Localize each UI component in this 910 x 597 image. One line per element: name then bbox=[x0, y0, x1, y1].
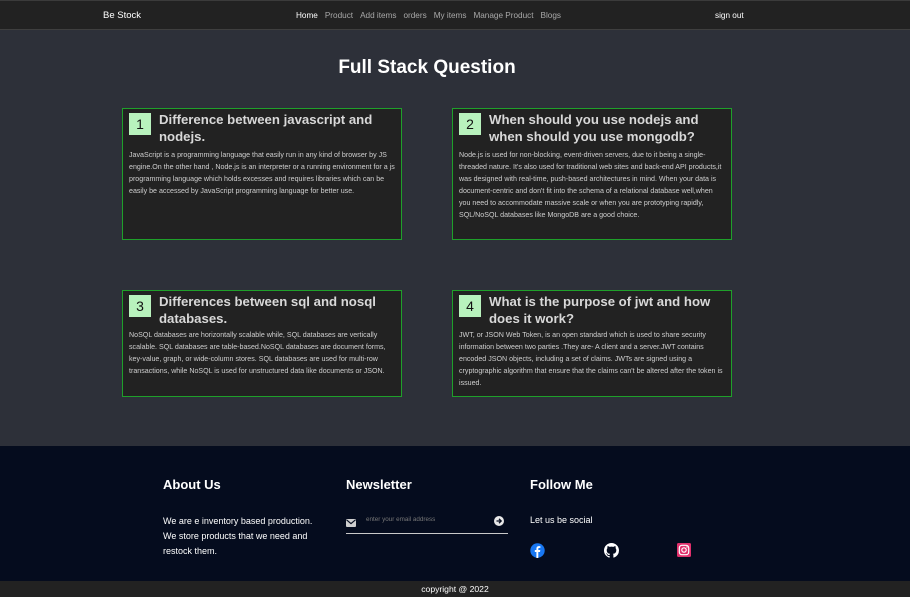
github-icon[interactable] bbox=[604, 543, 619, 558]
nav-links: Home Product Add items orders My items M… bbox=[296, 11, 561, 20]
newsletter-form bbox=[346, 510, 508, 534]
question-title: What is the purpose of jwt and how does … bbox=[489, 294, 711, 326]
newsletter-heading: Newsletter bbox=[346, 477, 412, 492]
nav-link-add-items[interactable]: Add items bbox=[360, 11, 396, 20]
answer-text: Node.js is used for non-blocking, event-… bbox=[459, 151, 722, 219]
sign-out-button[interactable]: sign out bbox=[715, 11, 744, 20]
nav-link-product[interactable]: Product bbox=[325, 11, 353, 20]
card-header: 4 What is the purpose of jwt and how doe… bbox=[459, 294, 723, 327]
question-number-badge: 3 bbox=[129, 295, 151, 317]
answer-text: NoSQL databases are horizontally scalabl… bbox=[129, 331, 386, 375]
about-text: We are e inventory based production. We … bbox=[163, 516, 313, 556]
question-card: 1 Difference between javascript and node… bbox=[122, 108, 402, 240]
newsletter-email-input[interactable] bbox=[366, 512, 486, 526]
nav-link-home[interactable]: Home bbox=[296, 11, 318, 20]
question-title: Differences between sql and nosql databa… bbox=[159, 294, 376, 326]
footer: About Us We are e inventory based produc… bbox=[0, 446, 910, 581]
arrow-right-circle-icon[interactable] bbox=[494, 513, 504, 531]
question-title: Difference between javascript and nodejs… bbox=[159, 112, 373, 144]
question-number-badge: 2 bbox=[459, 113, 481, 135]
navbar: Be Stock Home Product Add items orders M… bbox=[0, 0, 910, 30]
question-card: 2 When should you use nodejs and when sh… bbox=[452, 108, 732, 240]
about-heading: About Us bbox=[163, 477, 221, 492]
answer-text: JWT, or JSON Web Token, is an open stand… bbox=[459, 331, 723, 387]
copyright-text: copyright @ 2022 bbox=[0, 581, 910, 597]
card-header: 2 When should you use nodejs and when sh… bbox=[459, 112, 723, 145]
question-card: 4 What is the purpose of jwt and how doe… bbox=[452, 290, 732, 397]
question-title: When should you use nodejs and when shou… bbox=[489, 112, 699, 144]
facebook-icon[interactable] bbox=[530, 543, 545, 558]
question-card: 3 Differences between sql and nosql data… bbox=[122, 290, 402, 397]
card-header: 1 Difference between javascript and node… bbox=[129, 112, 393, 145]
follow-heading: Follow Me bbox=[530, 477, 593, 492]
page-title: Full Stack Question bbox=[338, 57, 516, 78]
nav-link-my-items[interactable]: My items bbox=[434, 11, 467, 20]
brand-logo[interactable]: Be Stock bbox=[103, 10, 141, 21]
card-header: 3 Differences between sql and nosql data… bbox=[129, 294, 393, 327]
question-number-badge: 4 bbox=[459, 295, 481, 317]
main-content: Full Stack Question 1 Difference between… bbox=[0, 30, 910, 446]
nav-link-blogs[interactable]: Blogs bbox=[541, 11, 561, 20]
follow-text: Let us be social bbox=[530, 515, 593, 525]
question-number-badge: 1 bbox=[129, 113, 151, 135]
instagram-icon[interactable] bbox=[677, 543, 692, 558]
envelope-icon bbox=[346, 514, 356, 532]
nav-link-manage-product[interactable]: Manage Product bbox=[473, 11, 533, 20]
nav-link-orders[interactable]: orders bbox=[403, 11, 426, 20]
answer-text: JavaScript is a programming language tha… bbox=[129, 151, 395, 195]
